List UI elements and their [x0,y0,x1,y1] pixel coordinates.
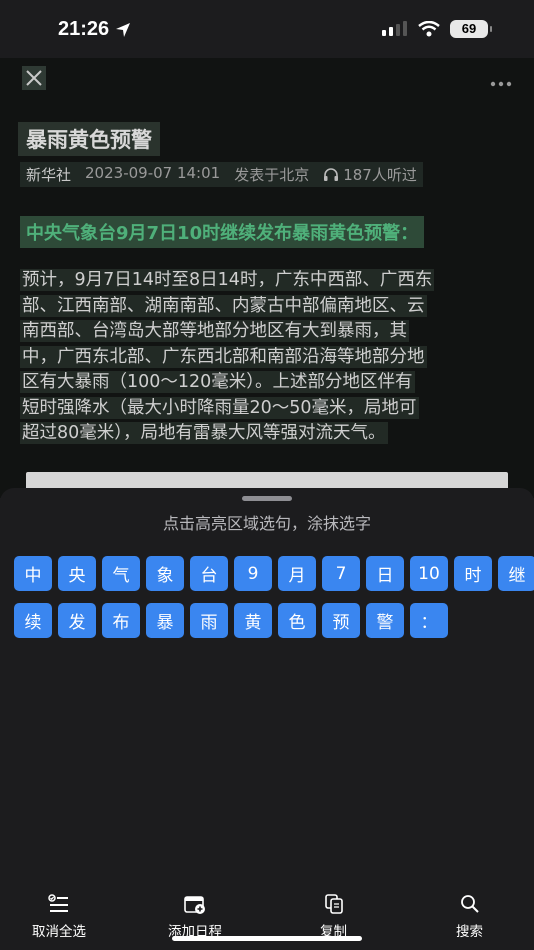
listeners-label: 187人听过 [343,166,417,184]
chip-row-1: 中 央 气 象 台 9 月 7 日 10 时 继 [14,556,534,591]
word-chip[interactable]: 黄 [234,603,272,638]
article-meta: 新华社 2023-09-07 14:01 发表于北京 187人听过 [20,162,423,187]
chip-row-2: 续 发 布 暴 雨 黄 色 预 警 ： [14,603,524,638]
article-subhead[interactable]: 中央气象台9月7日10时继续发布暴雨黄色预警： [20,216,425,248]
word-chip[interactable]: 色 [278,603,316,638]
copy-button[interactable]: 复制 [320,894,347,940]
word-chip[interactable]: 警 [366,603,404,638]
bottom-toolbar: 取消全选 添加日程 复制 搜索 [0,890,534,950]
body-line[interactable]: 南西部、台湾岛大部等地部分地区有大到暴雨，其 [20,319,514,345]
word-chip[interactable]: 续 [14,603,52,638]
word-chip[interactable]: 预 [322,603,360,638]
word-chip[interactable]: 央 [58,556,96,591]
listen-count: 187人听过 [323,164,417,185]
home-indicator[interactable] [172,936,362,941]
list-check-icon [48,894,68,912]
location-arrow-icon [116,22,131,37]
word-chip[interactable]: 中 [14,556,52,591]
headphone-icon [324,168,339,181]
word-chip[interactable]: 10 [410,556,448,591]
sheet-grabber[interactable] [242,496,292,501]
word-chip[interactable]: 象 [146,556,184,591]
article-source: 新华社 [26,166,72,184]
article-title[interactable]: 暴雨黄色预警 [18,122,160,156]
battery-indicator: 69 [450,20,492,38]
word-chip[interactable]: 布 [102,603,140,638]
word-chip[interactable]: 月 [278,556,316,591]
word-chip[interactable]: 时 [454,556,492,591]
word-chip[interactable]: 台 [190,556,228,591]
status-time: 21:26 [58,18,131,41]
body-line[interactable]: 区有大暴雨（100～120毫米）。上述部分地区伴有 [20,370,514,396]
word-chip[interactable]: 日 [366,556,404,591]
more-icon[interactable] [490,68,512,93]
deselect-all-label: 取消全选 [32,924,86,940]
search-button[interactable]: 搜索 [456,894,483,940]
search-icon [460,895,479,913]
article-location: 发表于北京 [234,166,310,184]
close-icon[interactable] [22,66,46,90]
word-chip[interactable]: ： [410,603,448,638]
article-body[interactable]: 预计，9月7日14时至8日14时，广东中西部、广西东 部、江西南部、湖南南部、内… [20,268,514,447]
clock: 21:26 [58,18,110,40]
add-schedule-button[interactable]: 添加日程 [168,894,222,940]
word-chip[interactable]: 气 [102,556,140,591]
body-line[interactable]: 中，广西东北部、广东西北部和南部沿海等地部分地 [20,345,514,371]
body-line[interactable]: 超过80毫米），局地有雷暴大风等强对流天气。 [20,421,514,447]
copy-icon [324,894,343,914]
search-label: 搜索 [456,924,483,940]
body-line[interactable]: 短时强降水（最大小时降雨量20～50毫米，局地可 [20,396,514,422]
word-selection-sheet: 点击高亮区域选句，涂抹选字 中 央 气 象 台 9 月 7 日 10 时 继 续… [0,488,534,950]
article-datetime: 2023-09-07 14:01 [85,164,221,182]
word-chip[interactable]: 继 [498,556,534,591]
calendar-add-icon [184,896,205,914]
body-line[interactable]: 部、江西南部、湖南南部、内蒙古中部偏南地区、云 [20,294,514,320]
body-line[interactable]: 预计，9月7日14时至8日14时，广东中西部、广西东 [20,268,514,294]
word-chip[interactable]: 暴 [146,603,184,638]
wifi-icon [418,21,440,37]
word-chip[interactable]: 雨 [190,603,228,638]
cellular-signal-icon [382,21,407,36]
word-chip[interactable]: 发 [58,603,96,638]
word-chip[interactable]: 9 [234,556,272,591]
status-icons: 69 [382,20,492,38]
selection-hint: 点击高亮区域选句，涂抹选字 [162,514,371,533]
status-bar: 21:26 69 [0,0,534,58]
deselect-all-button[interactable]: 取消全选 [32,894,86,940]
word-chip[interactable]: 7 [322,556,360,591]
